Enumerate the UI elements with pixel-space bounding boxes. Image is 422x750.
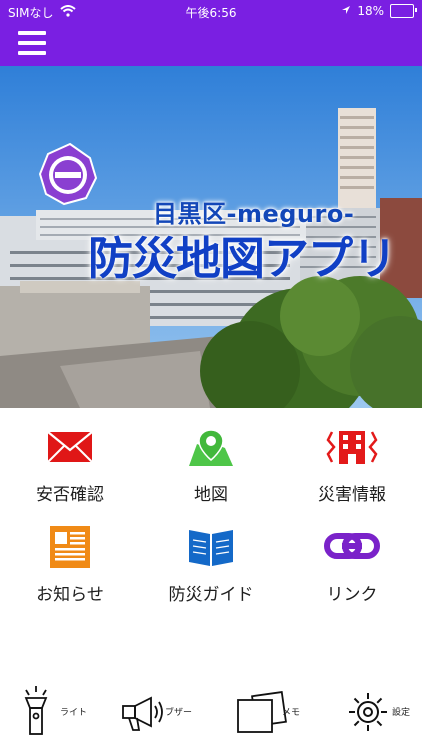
flashlight-icon [24,686,48,735]
status-right: 18% [341,4,417,18]
menu-label: 地図 [194,485,228,505]
nav-bar [0,22,422,66]
menu-item-map[interactable]: 地図 [141,408,281,506]
battery-icon [390,4,417,18]
menu-label: お知らせ [36,585,104,605]
toolbar-label: ブザー [165,708,193,718]
envelope-icon [47,431,93,463]
map-pin-icon [189,429,233,466]
memo-button[interactable]: メモ [222,680,327,740]
battery-tip [415,8,417,12]
gear-icon [349,693,387,731]
menu-label: 災害情報 [318,485,386,505]
link-icon [324,533,380,559]
disaster-building-icon [326,431,378,464]
toolbar-label: ライト [60,708,88,718]
hamburger-menu-button[interactable] [18,31,46,55]
book-icon [189,530,233,566]
bottom-toolbar: ライト ブザー メモ 設定 [0,680,422,750]
main-menu-grid: 安否確認 地図 災害情報 お知らせ 防災ガイド リンク [0,408,422,620]
status-bar: SIMなし 午後6:56 18% [0,0,422,22]
buzzer-button[interactable]: ブザー [105,680,210,740]
settings-button[interactable]: 設定 [332,680,422,740]
toolbar-label: メモ [282,708,301,718]
menu-item-disaster-info[interactable]: 災害情報 [282,408,422,506]
menu-label: リンク [326,585,378,605]
light-button[interactable]: ライト [0,680,105,740]
buzzer-icon [122,696,163,731]
newspaper-icon [50,526,90,568]
memo-icon [237,691,287,733]
menu-label: 防災ガイド [168,585,254,605]
menu-item-news[interactable]: お知らせ [0,508,140,606]
hero-title: 防災地図アプリ [88,232,397,285]
toolbar-label: 設定 [392,708,411,718]
menu-item-link[interactable]: リンク [282,508,422,606]
battery-percent: 18% [357,4,384,18]
hero-banner: 目黒区-meguro- 防災地図アプリ [0,66,422,408]
menu-item-disaster-guide[interactable]: 防災ガイド [141,508,281,606]
menu-label: 安否確認 [36,485,104,505]
location-arrow-icon [341,4,351,18]
menu-item-safety-check[interactable]: 安否確認 [0,408,140,506]
